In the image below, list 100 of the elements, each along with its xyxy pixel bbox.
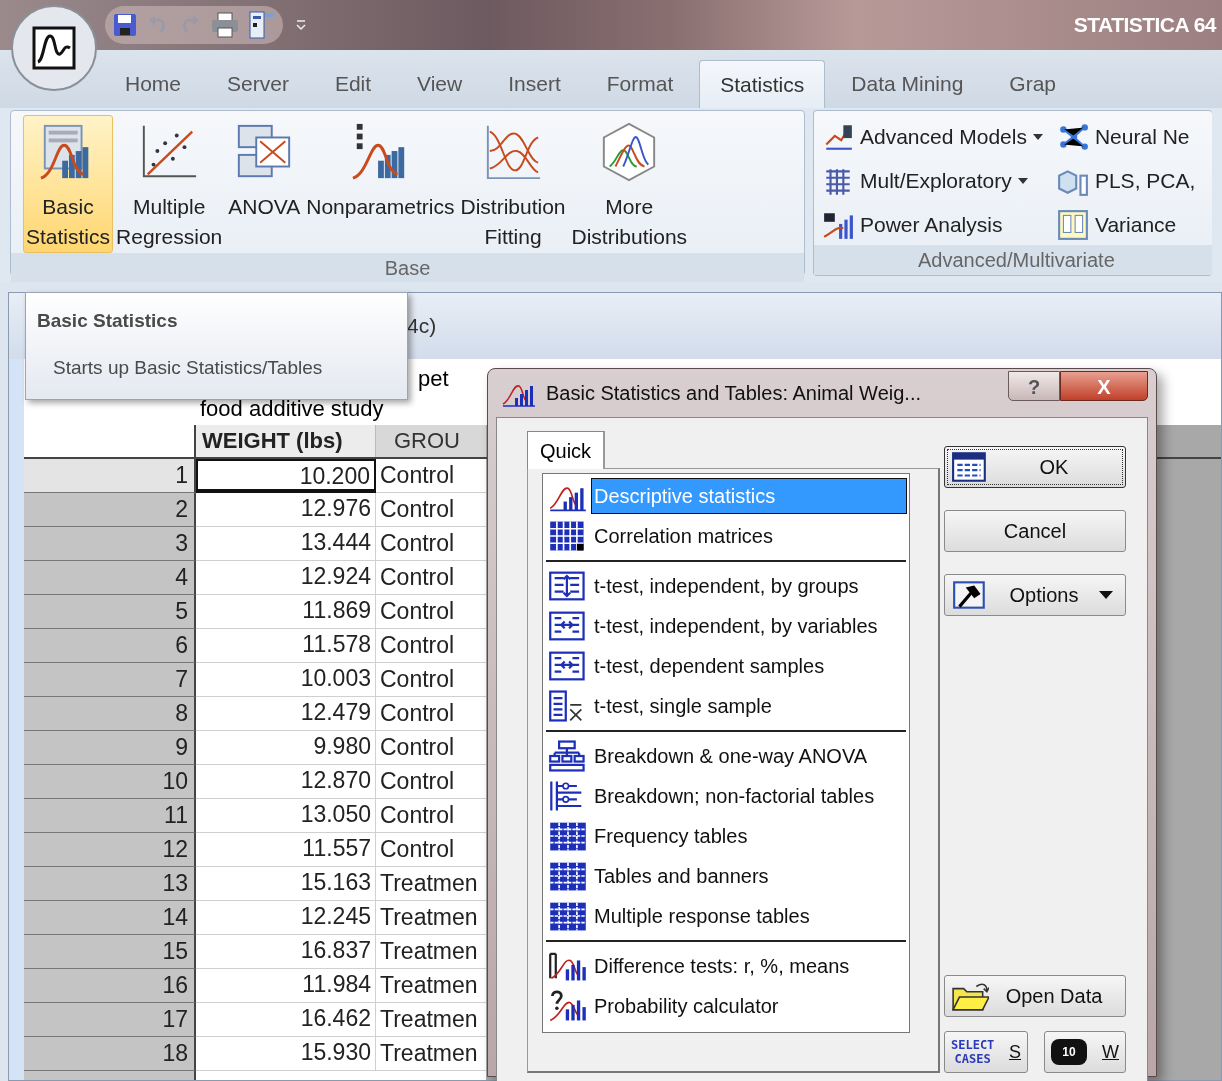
dialog-button[interactable]: 10 W: [1044, 1031, 1126, 1073]
ribbon-tab[interactable]: Home: [105, 60, 202, 108]
ribbon-button[interactable]: Advanced Models: [822, 117, 1043, 157]
list-item[interactable]: Probability calculator: [546, 986, 906, 1026]
row-header[interactable]: 17: [24, 1003, 196, 1037]
table-cell[interactable]: Control: [376, 731, 486, 765]
ribbon-button[interactable]: Multiple Regression: [113, 115, 226, 253]
table-cell[interactable]: 11.578: [196, 629, 376, 663]
ribbon-button[interactable]: Basic Statistics: [23, 115, 114, 253]
table-cell[interactable]: Control: [376, 561, 486, 595]
close-button[interactable]: X: [1060, 371, 1148, 401]
row-header[interactable]: 5: [24, 595, 196, 629]
help-button[interactable]: ?: [1008, 371, 1060, 401]
dialog-button[interactable]: OK: [944, 446, 1126, 488]
list-item[interactable]: Breakdown & one-way ANOVA: [546, 736, 906, 776]
table-cell[interactable]: Treatmen: [376, 935, 486, 969]
ribbon-button[interactable]: PLS, PCA,: [1056, 161, 1196, 201]
list-item[interactable]: t-test, independent, by variables: [546, 606, 906, 646]
row-header[interactable]: 6: [24, 629, 196, 663]
table-cell[interactable]: Treatmen: [376, 969, 486, 1003]
table-cell[interactable]: 10.003: [196, 663, 376, 697]
table-cell[interactable]: 11.869: [196, 595, 376, 629]
row-header[interactable]: 1: [24, 459, 196, 493]
ribbon-button[interactable]: Power Analysis: [822, 205, 1043, 245]
row-header[interactable]: 15: [24, 935, 196, 969]
table-cell[interactable]: 9.980: [196, 731, 376, 765]
table-cell[interactable]: 15.163: [196, 867, 376, 901]
table-cell[interactable]: Treatmen: [376, 1037, 486, 1071]
ribbon-tab[interactable]: Statistics: [699, 60, 826, 108]
table-cell[interactable]: Control: [376, 663, 486, 697]
row-header[interactable]: 7: [24, 663, 196, 697]
list-item-label: Multiple response tables: [593, 904, 811, 929]
row-header[interactable]: 3: [24, 527, 196, 561]
ribbon-button[interactable]: More Distributions: [568, 115, 691, 253]
list-item[interactable]: Tables and banners: [546, 856, 906, 896]
table-cell[interactable]: Control: [376, 833, 486, 867]
table-cell[interactable]: 13.444: [196, 527, 376, 561]
ribbon-button[interactable]: ANOVA: [225, 115, 304, 253]
table-cell[interactable]: 12.976: [196, 493, 376, 527]
list-item-label: t-test, independent, by groups: [593, 574, 860, 599]
row-header[interactable]: 10: [24, 765, 196, 799]
row-header[interactable]: 12: [24, 833, 196, 867]
table-cell[interactable]: 10.200: [196, 459, 376, 493]
table-cell[interactable]: 16.462: [196, 1003, 376, 1037]
ribbon-tab[interactable]: Data Mining: [831, 60, 984, 108]
dialog-tab[interactable]: Quick: [527, 431, 606, 469]
ribbon-tab[interactable]: Grap: [989, 60, 1077, 108]
row-header[interactable]: 14: [24, 901, 196, 935]
table-cell[interactable]: 11.557: [196, 833, 376, 867]
row-header[interactable]: 4: [24, 561, 196, 595]
row-header[interactable]: 18: [24, 1037, 196, 1071]
table-cell[interactable]: 12.245: [196, 901, 376, 935]
row-header[interactable]: 13: [24, 867, 196, 901]
row-header[interactable]: 16: [24, 969, 196, 1003]
table-cell[interactable]: Control: [376, 629, 486, 663]
ribbon-tab[interactable]: Server: [207, 60, 309, 108]
row-header[interactable]: 8: [24, 697, 196, 731]
ribbon-tab[interactable]: View: [397, 60, 483, 108]
row-header[interactable]: 11: [24, 799, 196, 833]
table-cell[interactable]: 11.984: [196, 969, 376, 1003]
ribbon-tab[interactable]: Edit: [314, 60, 392, 108]
list-item[interactable]: Multiple response tables: [546, 896, 906, 936]
dialog-button[interactable]: Cancel: [944, 510, 1126, 552]
row-header[interactable]: 2: [24, 493, 196, 527]
ribbon-button[interactable]: Variance: [1056, 205, 1196, 245]
table-cell[interactable]: Control: [376, 493, 486, 527]
ribbon-button[interactable]: Mult/Exploratory: [822, 161, 1043, 201]
table-cell[interactable]: 15.930: [196, 1037, 376, 1071]
table-cell[interactable]: 12.479: [196, 697, 376, 731]
list-item[interactable]: Breakdown; non-factorial tables: [546, 776, 906, 816]
column-header[interactable]: WEIGHT (lbs): [196, 425, 376, 457]
ribbon-button[interactable]: Neural Ne: [1056, 117, 1196, 157]
table-cell[interactable]: 16.837: [196, 935, 376, 969]
table-cell[interactable]: Control: [376, 799, 486, 833]
table-cell[interactable]: 12.870: [196, 765, 376, 799]
list-item[interactable]: t-test, dependent samples: [546, 646, 906, 686]
table-cell[interactable]: Control: [376, 697, 486, 731]
table-cell[interactable]: Control: [376, 527, 486, 561]
ribbon-tab[interactable]: Format: [586, 60, 694, 108]
dialog-button[interactable]: Options: [944, 574, 1126, 616]
table-cell[interactable]: 13.050: [196, 799, 376, 833]
table-cell[interactable]: Control: [376, 595, 486, 629]
table-cell[interactable]: Treatmen: [376, 867, 486, 901]
list-item[interactable]: Difference tests: r, %, means: [546, 946, 906, 986]
table-cell[interactable]: Control: [376, 459, 486, 493]
table-cell[interactable]: Treatmen: [376, 901, 486, 935]
row-header[interactable]: 9: [24, 731, 196, 765]
list-item[interactable]: t-test, single sample: [546, 686, 906, 726]
ribbon-tab[interactable]: Insert: [488, 60, 581, 108]
dialog-button[interactable]: Open Data: [944, 975, 1126, 1017]
dialog-button[interactable]: SELECT CASES S: [944, 1031, 1028, 1073]
table-cell[interactable]: Control: [376, 765, 486, 799]
ribbon-button[interactable]: Nonparametrics: [303, 115, 458, 253]
ribbon-button[interactable]: Distribution Fitting: [457, 115, 569, 253]
list-item[interactable]: Correlation matrices: [546, 516, 906, 556]
column-header[interactable]: GROU: [376, 425, 486, 457]
list-item[interactable]: Frequency tables: [546, 816, 906, 856]
list-item[interactable]: t-test, independent, by groups: [546, 566, 906, 606]
table-cell[interactable]: Treatmen: [376, 1003, 486, 1037]
table-cell[interactable]: 12.924: [196, 561, 376, 595]
